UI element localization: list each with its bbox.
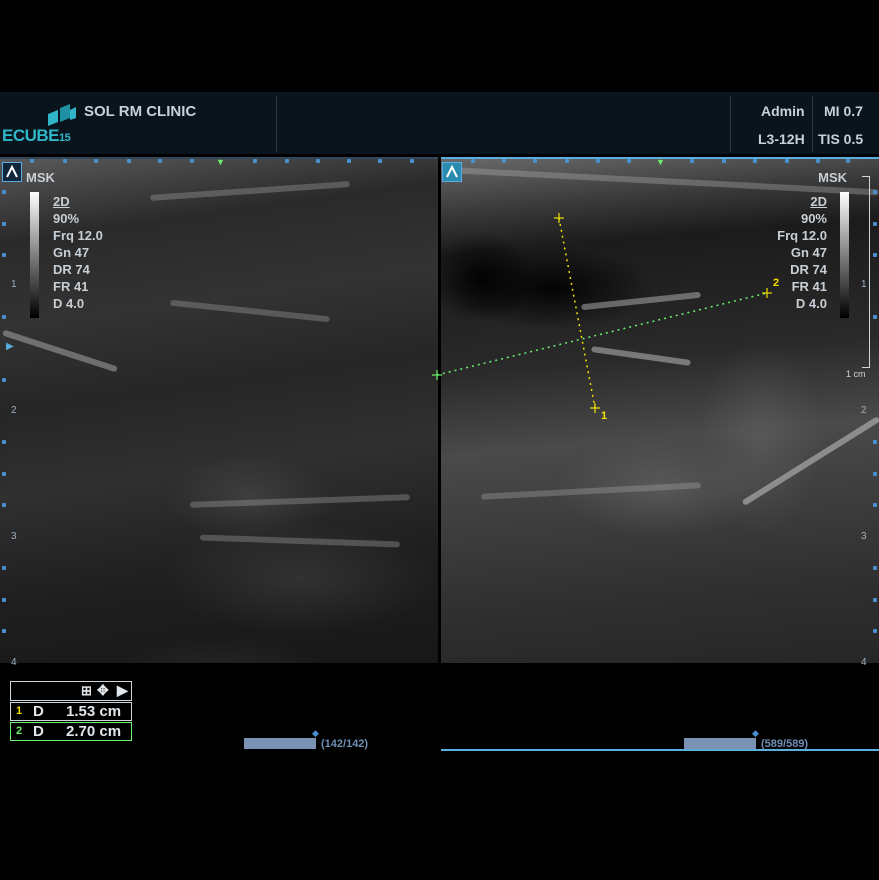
caliper-line-1 [558,217,596,409]
caliper-line-2 [436,292,768,376]
cine-bar-right[interactable] [684,738,756,749]
caliper-marker: 1 [601,410,608,422]
measurement-toolbar: ⊞ ✥ ▶ [10,681,132,701]
right-bottom-line [441,749,879,751]
play-icon[interactable]: ▶ [117,682,128,699]
cine-bar-left[interactable] [244,738,316,749]
measurement-row-2[interactable]: 2 D 2.70 cm [10,722,132,741]
cine-counter-left: (142/142) [321,738,369,750]
caliper-cross-icon [432,370,442,380]
caliper-cross-icon [554,213,772,413]
measurement-row-1[interactable]: 1 D 1.53 cm [10,702,132,721]
grid-icon[interactable]: ⊞ [81,683,92,699]
move-icon[interactable]: ✥ [97,682,109,699]
caliper-marker: 2 [773,277,780,289]
